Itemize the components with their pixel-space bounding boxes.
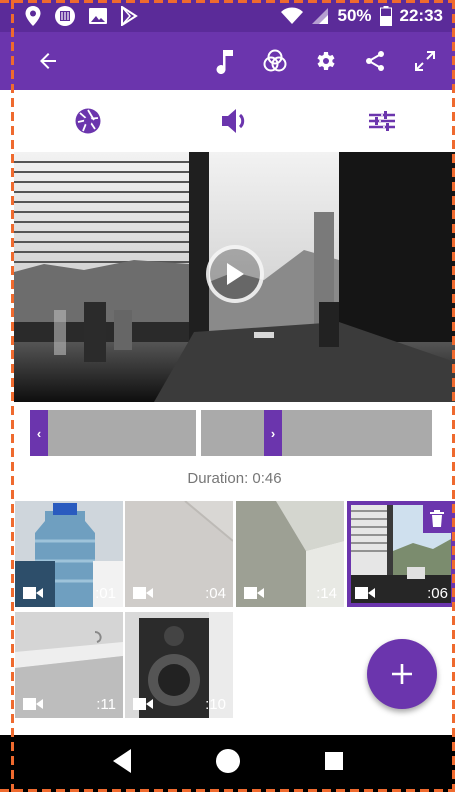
clip-thumbnail[interactable]: :01 (15, 501, 123, 607)
video-camera-icon (133, 698, 153, 710)
tab-filters[interactable] (14, 90, 161, 152)
add-clip-button[interactable] (367, 639, 437, 709)
nav-recents-button[interactable] (324, 751, 344, 776)
tab-audio[interactable] (161, 90, 308, 152)
timeline-segment-left (48, 410, 196, 456)
clip-duration: :01 (95, 585, 116, 602)
battery-percent: 50% (337, 6, 372, 25)
plus-icon (392, 664, 412, 684)
share-button[interactable] (361, 47, 389, 75)
trim-handle-right[interactable]: › (264, 410, 282, 456)
video-camera-icon (355, 587, 375, 599)
video-camera-icon (23, 587, 43, 599)
clip-duration: :04 (205, 585, 226, 602)
signal-icon (312, 8, 329, 24)
nav-back-button[interactable] (111, 748, 133, 779)
app-screen: 50% 22:33 ‹ › Duration: 0:46:01:04:14… (0, 0, 455, 792)
video-preview[interactable] (14, 152, 455, 402)
delete-clip-button[interactable] (423, 505, 451, 533)
image-icon (89, 8, 107, 24)
music-note-icon (216, 50, 233, 74)
timeline-segment-right (201, 410, 432, 456)
video-camera-icon (23, 698, 43, 710)
clip-thumbnail[interactable]: :11 (15, 612, 123, 718)
back-button[interactable] (34, 47, 62, 75)
aperture-icon (75, 108, 100, 134)
wifi-icon (281, 7, 304, 24)
trash-icon (430, 510, 444, 527)
music-button[interactable] (211, 47, 239, 75)
sim-icon (55, 6, 75, 26)
clip-duration: :14 (316, 585, 337, 602)
play-store-icon (121, 6, 138, 26)
status-bar: 50% 22:33 (0, 0, 455, 32)
clip-thumbnail[interactable]: :14 (236, 501, 344, 607)
settings-icon (317, 52, 335, 70)
clip-duration: :06 (427, 585, 448, 602)
chevron-left-icon: ‹ (36, 425, 42, 441)
status-time: 22:33 (399, 6, 443, 25)
app-toolbar (0, 32, 455, 90)
battery-icon (379, 6, 392, 26)
system-navigation-bar (0, 735, 455, 792)
share-icon (366, 51, 384, 71)
volume-icon (221, 109, 244, 133)
duration-label: Duration: 0:46 (187, 470, 282, 487)
timeline-trimmer[interactable]: ‹ › (30, 410, 432, 456)
sliders-icon (368, 111, 395, 131)
tab-adjust[interactable] (308, 90, 455, 152)
clip-duration: :11 (96, 696, 116, 713)
video-camera-icon (133, 587, 153, 599)
nav-home-button[interactable] (215, 748, 241, 779)
clip-thumbnail[interactable]: :10 (125, 612, 233, 718)
editor-tabs (14, 90, 455, 152)
settings-button[interactable] (311, 47, 339, 75)
back-arrow-icon (40, 53, 56, 69)
clip-duration: :10 (205, 696, 226, 713)
fullscreen-button[interactable] (411, 47, 439, 75)
circle-home-icon (216, 749, 241, 773)
play-button[interactable] (206, 245, 264, 303)
video-camera-icon (244, 587, 264, 599)
square-recents-icon (324, 752, 343, 770)
triangle-back-icon (113, 749, 132, 773)
trim-handle-left[interactable]: ‹ (30, 410, 48, 456)
chevron-right-icon: › (270, 425, 276, 441)
play-icon (227, 263, 244, 285)
fullscreen-icon (415, 51, 435, 71)
clip-thumbnail-selected[interactable]: :06 (347, 501, 455, 607)
filter-icon (263, 49, 287, 72)
filter-button[interactable] (261, 47, 289, 75)
clip-thumbnail[interactable]: :04 (125, 501, 233, 607)
location-icon (25, 6, 41, 26)
